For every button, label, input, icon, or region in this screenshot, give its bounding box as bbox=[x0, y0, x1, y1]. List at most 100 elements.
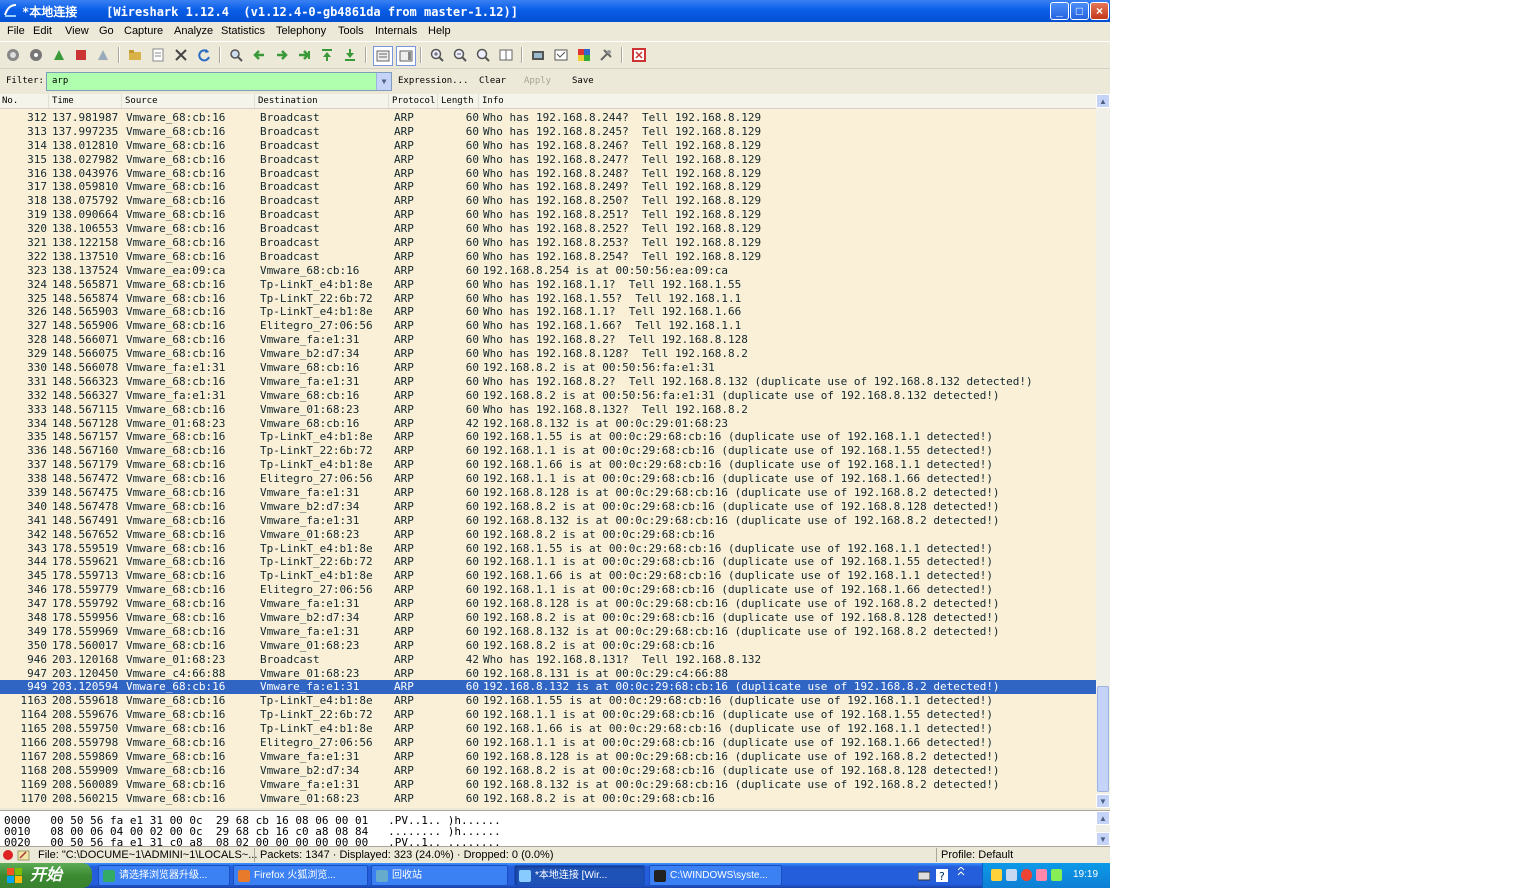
coloring-rules-icon[interactable] bbox=[575, 46, 593, 64]
packet-row[interactable]: 1166 208.559798 Vmware_68:cb:16 Elitegro_27… bbox=[0, 736, 1096, 750]
packet-row[interactable]: 347 178.559792 Vmware_68:cb:16 Vmware_fa:e1… bbox=[0, 597, 1096, 611]
maximize-button[interactable]: □ bbox=[1070, 2, 1089, 20]
display-filter-input[interactable]: arp ▼ bbox=[46, 72, 392, 91]
packet-row[interactable]: 1163 208.559618 Vmware_68:cb:16 Tp-LinkT_e4… bbox=[0, 694, 1096, 708]
bytes-scroll-up-icon[interactable]: ▲ bbox=[1096, 811, 1110, 825]
stop-capture-icon[interactable] bbox=[72, 46, 90, 64]
go-first-icon[interactable] bbox=[318, 46, 336, 64]
packet-row[interactable]: 319 138.090664 Vmware_68:cb:16 Broadcast ARP… bbox=[0, 208, 1096, 222]
capture-comments-icon[interactable] bbox=[17, 849, 30, 862]
packet-row[interactable]: 335 148.567157 Vmware_68:cb:16 Tp-LinkT_e4:… bbox=[0, 430, 1096, 444]
packet-row[interactable]: 350 178.560017 Vmware_68:cb:16 Vmware_01:68… bbox=[0, 639, 1096, 653]
menu-help[interactable]: Help bbox=[428, 25, 451, 37]
packet-row[interactable]: 312 137.981987 Vmware_68:cb:16 Broadcast ARP… bbox=[0, 111, 1096, 125]
packet-row[interactable]: 336 148.567160 Vmware_68:cb:16 Tp-LinkT_22:… bbox=[0, 444, 1096, 458]
packet-row[interactable]: 946 203.120168 Vmware_01:68:23 Broadcast ARP… bbox=[0, 653, 1096, 667]
go-forward-icon[interactable] bbox=[273, 46, 291, 64]
packet-row[interactable]: 1170 208.560215 Vmware_68:cb:16 Vmware_01:6… bbox=[0, 792, 1096, 806]
find-packet-icon[interactable] bbox=[227, 46, 245, 64]
packet-row[interactable]: 949 203.120594 Vmware_68:cb:16 Vmware_fa:e1… bbox=[0, 680, 1096, 695]
packet-bytes-pane[interactable]: 0000 00 50 56 fa e1 31 00 0c 29 68 cb 16… bbox=[0, 810, 1110, 847]
scroll-thumb[interactable] bbox=[1097, 686, 1109, 792]
start-capture-icon[interactable] bbox=[4, 46, 22, 64]
packet-row[interactable]: 314 138.012810 Vmware_68:cb:16 Broadcast ARP… bbox=[0, 139, 1096, 153]
packet-row[interactable]: 341 148.567491 Vmware_68:cb:16 Vmware_fa:e1… bbox=[0, 514, 1096, 528]
menu-statistics[interactable]: Statistics bbox=[221, 25, 265, 37]
packet-row[interactable]: 313 137.997235 Vmware_68:cb:16 Broadcast ARP… bbox=[0, 125, 1096, 139]
packet-row[interactable]: 346 178.559779 Vmware_68:cb:16 Elitegro_27:… bbox=[0, 583, 1096, 597]
packet-row[interactable]: 321 138.122158 Vmware_68:cb:16 Broadcast ARP… bbox=[0, 236, 1096, 250]
close-button[interactable]: × bbox=[1090, 2, 1109, 20]
packet-row[interactable]: 338 148.567472 Vmware_68:cb:16 Elitegro_27:… bbox=[0, 472, 1096, 486]
menu-internals[interactable]: Internals bbox=[375, 25, 417, 37]
packet-row[interactable]: 322 138.137510 Vmware_68:cb:16 Broadcast ARP… bbox=[0, 250, 1096, 264]
reload-file-icon[interactable] bbox=[195, 46, 213, 64]
packet-row[interactable]: 947 203.120450 Vmware_c4:66:88 Vmware_01:68… bbox=[0, 667, 1096, 681]
apply-button[interactable]: Apply bbox=[524, 76, 551, 86]
packet-row[interactable]: 317 138.059810 Vmware_68:cb:16 Broadcast ARP… bbox=[0, 180, 1096, 194]
menu-telephony[interactable]: Telephony bbox=[276, 25, 326, 37]
packet-row[interactable]: 325 148.565874 Vmware_68:cb:16 Tp-LinkT_22:… bbox=[0, 292, 1096, 306]
menu-capture[interactable]: Capture bbox=[124, 25, 163, 37]
help-tray-icon[interactable]: ? bbox=[936, 869, 948, 882]
expand-tray-icon[interactable] bbox=[956, 867, 966, 881]
packet-row[interactable]: 323 138.137524 Vmware_ea:09:ca Vmware_68:cb… bbox=[0, 264, 1096, 278]
packet-row[interactable]: 318 138.075792 Vmware_68:cb:16 Broadcast ARP… bbox=[0, 194, 1096, 208]
packet-row[interactable]: 340 148.567478 Vmware_68:cb:16 Vmware_b2:d7… bbox=[0, 500, 1096, 514]
update-tray-icon[interactable] bbox=[1051, 869, 1062, 881]
minimize-button[interactable]: _ bbox=[1050, 2, 1069, 20]
start-button[interactable]: 开始 bbox=[0, 863, 92, 888]
antivirus-tray-icon[interactable] bbox=[1021, 869, 1032, 881]
help-icon[interactable] bbox=[630, 46, 648, 64]
network-tray-icon[interactable] bbox=[1006, 869, 1017, 881]
expert-info-icon[interactable] bbox=[2, 849, 14, 861]
packet-row[interactable]: 344 178.559621 Vmware_68:cb:16 Tp-LinkT_22:… bbox=[0, 555, 1096, 569]
packet-row[interactable]: 332 148.566327 Vmware_fa:e1:31 Vmware_68:cb… bbox=[0, 389, 1096, 403]
column-source[interactable]: Source bbox=[125, 96, 158, 106]
packet-row[interactable]: 1165 208.559750 Vmware_68:cb:16 Tp-LinkT_e4… bbox=[0, 722, 1096, 736]
column-length[interactable]: Length bbox=[441, 96, 474, 106]
title-bar[interactable]: *本地连接 [Wireshark 1.12.4 (v1.12.4-0-gb486… bbox=[0, 0, 1110, 22]
menu-view[interactable]: View bbox=[65, 25, 89, 37]
zoom-normal-icon[interactable] bbox=[474, 46, 492, 64]
menu-analyze[interactable]: Analyze bbox=[174, 25, 213, 37]
task-browser-upgrade[interactable]: 请选择浏览器升级... bbox=[98, 865, 230, 886]
packet-row[interactable]: 329 148.566075 Vmware_68:cb:16 Vmware_b2:d7… bbox=[0, 347, 1096, 361]
keyboard-icon[interactable] bbox=[918, 870, 930, 882]
packet-row[interactable]: 333 148.567115 Vmware_68:cb:16 Vmware_01:68… bbox=[0, 403, 1096, 417]
restart-capture-icon[interactable] bbox=[50, 46, 68, 64]
task-firefox[interactable]: Firefox 火狐浏览... bbox=[233, 865, 368, 886]
reload-capture-icon[interactable] bbox=[94, 46, 112, 64]
packet-row[interactable]: 345 178.559713 Vmware_68:cb:16 Tp-LinkT_e4:… bbox=[0, 569, 1096, 583]
filter-dropdown-arrow-icon[interactable]: ▼ bbox=[376, 73, 391, 90]
app-tray-icon[interactable] bbox=[1036, 869, 1047, 881]
scroll-up-icon[interactable]: ▲ bbox=[1096, 94, 1110, 108]
packet-row[interactable]: 337 148.567179 Vmware_68:cb:16 Tp-LinkT_e4:… bbox=[0, 458, 1096, 472]
packet-row[interactable]: 320 138.106553 Vmware_68:cb:16 Broadcast ARP… bbox=[0, 222, 1096, 236]
packet-row[interactable]: 342 148.567652 Vmware_68:cb:16 Vmware_01:68… bbox=[0, 528, 1096, 542]
menu-tools[interactable]: Tools bbox=[338, 25, 364, 37]
menu-file[interactable]: File bbox=[7, 25, 25, 37]
display-filters-icon[interactable] bbox=[552, 46, 570, 64]
scroll-down-icon[interactable]: ▼ bbox=[1096, 794, 1110, 808]
packet-row[interactable]: 1167 208.559869 Vmware_68:cb:16 Vmware_fa:e… bbox=[0, 750, 1096, 764]
task-wireshark[interactable]: *本地连接 [Wir... bbox=[514, 865, 645, 886]
column-time[interactable]: Time bbox=[52, 96, 74, 106]
save-filter-button[interactable]: Save bbox=[572, 76, 594, 86]
packet-list[interactable]: 312 137.981987 Vmware_68:cb:16 Broadcast ARP… bbox=[0, 109, 1096, 808]
column-destination[interactable]: Destination bbox=[258, 96, 318, 106]
packet-row[interactable]: 349 178.559969 Vmware_68:cb:16 Vmware_fa:e1… bbox=[0, 625, 1096, 639]
column-protocol[interactable]: Protocol bbox=[392, 96, 435, 106]
go-to-packet-icon[interactable] bbox=[295, 46, 313, 64]
packet-row[interactable]: 316 138.043976 Vmware_68:cb:16 Broadcast ARP… bbox=[0, 167, 1096, 181]
menu-go[interactable]: Go bbox=[99, 25, 114, 37]
status-profile[interactable]: Profile: Default bbox=[941, 849, 1013, 861]
packet-row[interactable]: 327 148.565906 Vmware_68:cb:16 Elitegro_27:… bbox=[0, 319, 1096, 333]
open-file-icon[interactable] bbox=[126, 46, 144, 64]
go-back-icon[interactable] bbox=[250, 46, 268, 64]
clock[interactable]: 19:19 bbox=[1073, 869, 1098, 880]
packet-row[interactable]: 1169 208.560089 Vmware_68:cb:16 Vmware_fa:e… bbox=[0, 778, 1096, 792]
packet-row[interactable]: 334 148.567128 Vmware_01:68:23 Vmware_68:cb… bbox=[0, 417, 1096, 431]
preferences-icon[interactable] bbox=[597, 46, 615, 64]
task-cmd[interactable]: C:\WINDOWS\syste... bbox=[649, 865, 782, 886]
